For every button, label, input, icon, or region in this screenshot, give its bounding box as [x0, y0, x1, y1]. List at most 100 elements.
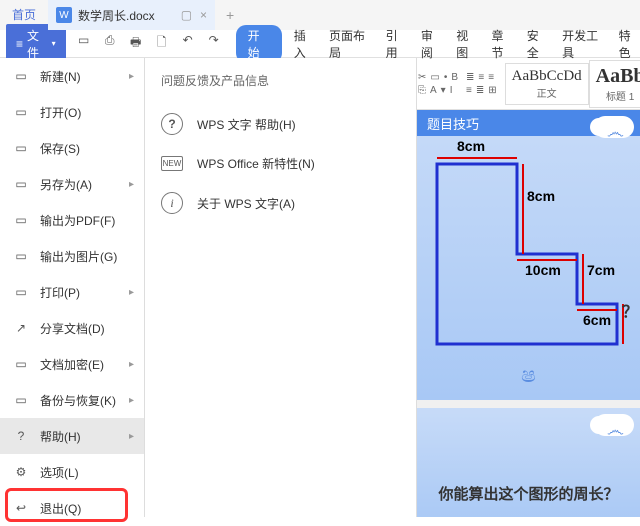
ribbon-tab-special[interactable]: 特色 [619, 27, 640, 61]
menu-item-icon: ↗ [12, 321, 30, 335]
qat-preview-icon[interactable]: 🗋 [154, 33, 170, 54]
swirl-question-icon: ෂ [521, 362, 536, 388]
label-b: 6cm [583, 312, 611, 328]
file-menu-item[interactable]: ▭ 文档加密(E) ▸ [0, 346, 144, 382]
ribbon-tab-security[interactable]: 安全 [527, 27, 548, 61]
file-menu-item[interactable]: ↩ 退出(Q) [0, 490, 144, 526]
qat-print-icon[interactable]: 🖶 [128, 33, 144, 54]
word-icon: W [56, 7, 72, 23]
slide-2: ෴ 你能算出这个图形的周长？ [417, 408, 640, 517]
label-r2: 7cm [587, 262, 615, 278]
question-mark: ？ [622, 298, 638, 322]
ribbon-tabs: 插入 页面布局 引用 审阅 视图 章节 安全 开发工具 特色 [294, 27, 640, 61]
menu-item-label: 文档加密(E) [40, 356, 104, 373]
submenu-item[interactable]: i 关于 WPS 文字(A) [145, 182, 416, 224]
label-r1: 8cm [527, 188, 555, 204]
file-menu-item[interactable]: ▭ 打印(P) ▸ [0, 274, 144, 310]
style-heading1[interactable]: AaBb 标题 1 [589, 60, 640, 108]
tab-document[interactable]: W 数学周长.docx ▢ × [48, 0, 215, 30]
qat-redo-icon[interactable]: ↷ [206, 33, 222, 54]
menu-item-label: 保存(S) [40, 140, 80, 157]
submenu-item-label: WPS 文字 帮助(H) [197, 116, 296, 133]
new-badge-icon: NEW [161, 156, 183, 171]
file-menu-item[interactable]: ▭ 新建(N) ▸ [0, 58, 144, 94]
cloud-icon: ෴ [594, 116, 634, 138]
submenu-item-label: 关于 WPS 文字(A) [197, 195, 295, 212]
label-mid: 10cm [525, 262, 561, 278]
tab-close-icon[interactable]: × [200, 8, 207, 22]
menu-item-icon: ▭ [12, 105, 30, 119]
menu-item-icon: ▭ [12, 177, 30, 191]
ribbon-tab-section[interactable]: 章节 [492, 27, 513, 61]
menu-item-label: 新建(N) [40, 68, 81, 85]
file-menu-item[interactable]: ▭ 另存为(A) ▸ [0, 166, 144, 202]
chevron-right-icon: ▸ [129, 395, 134, 406]
file-menu-item[interactable]: ⚙ 选项(L) [0, 454, 144, 490]
chevron-right-icon: ▸ [129, 431, 134, 442]
file-menu-item[interactable]: ▭ 打开(O) [0, 94, 144, 130]
menu-item-label: 输出为图片(G) [40, 248, 117, 265]
qat-undo-icon[interactable]: ↶ [180, 33, 196, 54]
menu-item-label: 退出(Q) [40, 500, 81, 517]
ribbon-tab-insert[interactable]: 插入 [294, 27, 315, 61]
app-bar: ≡ 文件 ▾ ▭ ⎙ 🖶 🗋 ↶ ↷ 开始 插入 页面布局 引用 审阅 视图 章… [0, 30, 640, 58]
ribbon-tab-ref[interactable]: 引用 [386, 27, 407, 61]
ribbon-tab-layout[interactable]: 页面布局 [329, 27, 372, 61]
menu-item-icon: ▭ [12, 357, 30, 371]
style-normal[interactable]: AaBbCcDd 正文 [505, 63, 589, 105]
file-menu-item[interactable]: ? 帮助(H) ▸ [0, 418, 144, 454]
file-menu-item[interactable]: ▭ 输出为图片(G) [0, 238, 144, 274]
menu-icon: ≡ [16, 37, 23, 51]
menu-item-icon: ▭ [12, 213, 30, 227]
ribbon-tab-review[interactable]: 审阅 [421, 27, 442, 61]
chevron-right-icon: ▸ [129, 179, 134, 190]
menu-item-label: 另存为(A) [40, 176, 92, 193]
menu-item-label: 输出为PDF(F) [40, 212, 115, 229]
label-top: 8cm [457, 138, 485, 154]
menu-item-label: 打印(P) [40, 284, 80, 301]
slide-1: 题目技巧 ෴ 8cm 8cm 10cm 7cm 6cm ？ ෂ [417, 110, 640, 400]
submenu-header: 问题反馈及产品信息 [145, 58, 416, 103]
submenu-item[interactable]: ? WPS 文字 帮助(H) [145, 103, 416, 145]
menu-item-icon: ▭ [12, 249, 30, 263]
slide-2-question: 你能算出这个图形的周长？ [417, 483, 640, 504]
chevron-right-icon: ▸ [129, 359, 134, 370]
menu-item-icon: ⚙ [12, 465, 30, 479]
qat-new-icon[interactable]: ▭ [76, 33, 92, 54]
menu-item-icon: ▭ [12, 141, 30, 155]
chevron-right-icon: ▸ [129, 287, 134, 298]
quick-access-toolbar: ▭ ⎙ 🖶 🗋 ↶ ↷ [76, 33, 222, 54]
document-title: 数学周长.docx [78, 7, 155, 24]
ribbon-tab-dev[interactable]: 开发工具 [562, 27, 605, 61]
info-icon: i [161, 192, 183, 214]
help-icon: ? [161, 113, 183, 135]
file-menu-item[interactable]: ▭ 输出为PDF(F) [0, 202, 144, 238]
title-tab-bar: 首页 W 数学周长.docx ▢ × + [0, 0, 640, 30]
menu-item-icon: ? [12, 429, 30, 443]
menu-item-label: 选项(L) [40, 464, 79, 481]
menu-item-icon: ↩ [12, 501, 30, 515]
cloud-icon-2: ෴ [594, 414, 634, 436]
tab-add[interactable]: + [215, 7, 245, 23]
help-submenu: 问题反馈及产品信息 ? WPS 文字 帮助(H) NEW WPS Office 新特性… [145, 58, 417, 517]
file-menu-item[interactable]: ↗ 分享文档(D) [0, 310, 144, 346]
document-area: 题目技巧 ෴ 8cm 8cm 10cm 7cm 6cm ？ ෂ ෴ 你能算出这个… [417, 110, 640, 517]
ribbon-tab-view[interactable]: 视图 [456, 27, 477, 61]
submenu-item-label: WPS Office 新特性(N) [197, 155, 315, 172]
menu-item-label: 备份与恢复(K) [40, 392, 116, 409]
window-state-icon[interactable]: ▢ [181, 8, 192, 22]
menu-item-label: 打开(O) [40, 104, 81, 121]
submenu-item[interactable]: NEW WPS Office 新特性(N) [145, 145, 416, 182]
qat-save-icon[interactable]: ⎙ [102, 33, 118, 54]
file-menu-item[interactable]: ▭ 备份与恢复(K) ▸ [0, 382, 144, 418]
ribbon-tab-start[interactable]: 开始 [236, 25, 282, 63]
menu-item-icon: ▭ [12, 69, 30, 83]
caret-down-icon: ▾ [52, 39, 56, 48]
menu-item-label: 分享文档(D) [40, 320, 105, 337]
file-menu-item[interactable]: ▭ 保存(S) [0, 130, 144, 166]
chevron-right-icon: ▸ [129, 71, 134, 82]
menu-item-label: 帮助(H) [40, 428, 81, 445]
menu-item-icon: ▭ [12, 393, 30, 407]
menu-item-icon: ▭ [12, 285, 30, 299]
file-menu-panel: ▭ 新建(N) ▸ ▭ 打开(O) ▭ 保存(S) ▭ 另存为(A) ▸ ▭ 输出为PDF(F) ▭ 输出… [0, 58, 145, 517]
